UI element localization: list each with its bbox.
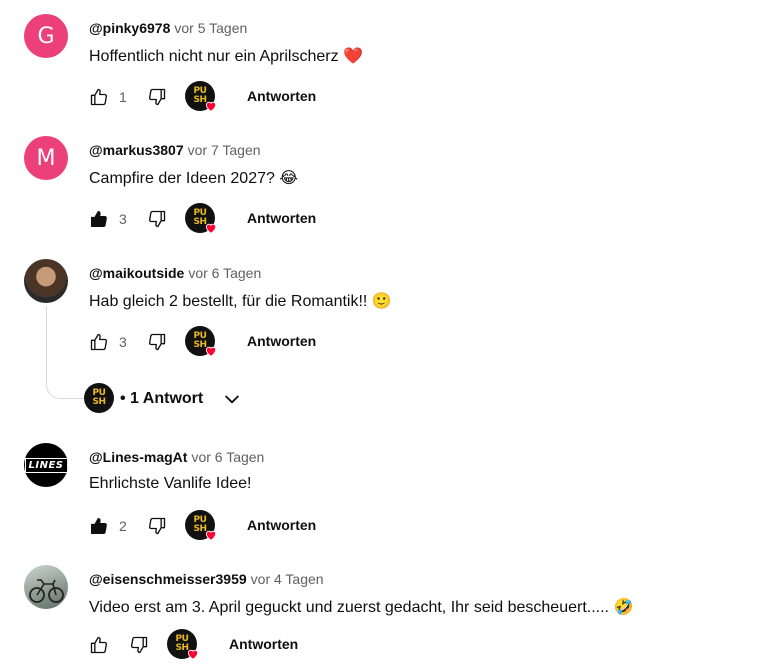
heart-icon — [205, 101, 217, 112]
comment-text: Video erst am 3. April geguckt und zuers… — [89, 599, 634, 616]
comment-text: Hab gleich 2 bestellt, für die Romantik!… — [89, 293, 392, 310]
avatar[interactable]: M — [24, 136, 68, 180]
thumb-down-icon[interactable] — [147, 209, 167, 229]
creator-heart-badge: PU SH — [185, 510, 217, 541]
comment: @maikoutside vor 6 Tagen Hab gleich 2 bes… — [0, 259, 773, 359]
reply-button[interactable]: Antworten — [247, 88, 316, 104]
thumb-down-icon[interactable] — [147, 332, 167, 352]
heart-icon — [205, 346, 217, 357]
replies-count[interactable]: • 1 Antwort — [120, 390, 203, 408]
reply-button[interactable]: Antworten — [229, 636, 298, 652]
avatar-letter: M — [36, 145, 56, 171]
comment-header: @markus3807 vor 7 Tagen — [89, 142, 261, 158]
chevron-down-icon[interactable] — [222, 389, 242, 409]
comment-actions: 3 PU SH Antworten — [89, 326, 689, 358]
like-count: 3 — [119, 334, 127, 350]
avatar[interactable]: LINES — [24, 443, 68, 487]
comment-time[interactable]: vor 7 Tagen — [188, 142, 261, 158]
comment-header: @Lines-magAt vor 6 Tagen — [89, 449, 264, 465]
avatar[interactable] — [24, 259, 68, 303]
comment-actions: 2 PU SH Antworten — [89, 510, 689, 542]
thumb-down-icon[interactable] — [129, 635, 149, 655]
avatar[interactable] — [24, 565, 68, 609]
comment-actions: 3 PU SH Antworten — [89, 203, 689, 235]
comment: G @pinky6978 vor 5 Tagen Hoffentlich nich… — [0, 14, 773, 114]
comment-header: @eisenschmeisser3959 vor 4 Tagen — [89, 571, 324, 587]
bicycle-icon — [29, 579, 64, 603]
reply-button[interactable]: Antworten — [247, 333, 316, 349]
thumb-down-icon[interactable] — [147, 87, 167, 107]
heart-icon — [187, 649, 199, 660]
creator-avatar: PU SH — [84, 383, 114, 413]
comment-author[interactable]: @maikoutside — [89, 265, 184, 281]
creator-heart-badge: PU SH — [167, 629, 199, 660]
comment-time[interactable]: vor 5 Tagen — [174, 20, 247, 36]
thumb-up-icon[interactable] — [89, 87, 109, 107]
creator-heart-badge: PU SH — [185, 203, 217, 234]
comment-header: @pinky6978 vor 5 Tagen — [89, 20, 247, 36]
comment-text: Campfire der Ideen 2027? 😂 — [89, 170, 299, 187]
comment-text: Hoffentlich nicht nur ein Aprilscherz ❤️ — [89, 48, 363, 65]
comment-actions: PU SH Antworten — [89, 629, 689, 661]
comment-author[interactable]: @pinky6978 — [89, 20, 170, 36]
comment-author[interactable]: @Lines-magAt — [89, 449, 187, 465]
comment-text: Ehrlichste Vanlife Idee! — [89, 475, 252, 492]
comment-time[interactable]: vor 4 Tagen — [251, 571, 324, 587]
like-count: 1 — [119, 89, 127, 105]
thumb-up-icon[interactable] — [89, 332, 109, 352]
comment-author[interactable]: @eisenschmeisser3959 — [89, 571, 247, 587]
avatar-letter: G — [37, 23, 55, 49]
avatar-logo: LINES — [24, 457, 68, 473]
creator-heart-badge: PU SH — [185, 326, 217, 357]
creator-heart-badge: PU SH — [185, 81, 217, 112]
comment-author[interactable]: @markus3807 — [89, 142, 184, 158]
comment: M @markus3807 vor 7 Tagen Campfire der Id… — [0, 136, 773, 236]
thumb-up-filled-icon[interactable] — [89, 516, 109, 536]
reply-button[interactable]: Antworten — [247, 517, 316, 533]
heart-icon — [205, 223, 217, 234]
heart-icon — [205, 530, 217, 541]
avatar[interactable]: G — [24, 14, 68, 58]
thumb-up-filled-icon[interactable] — [89, 209, 109, 229]
thumb-down-icon[interactable] — [147, 516, 167, 536]
comment-actions: 1 PU SH Antworten — [89, 81, 689, 113]
like-count: 3 — [119, 211, 127, 227]
like-count: 2 — [119, 518, 127, 534]
comment-header: @maikoutside vor 6 Tagen — [89, 265, 261, 281]
thumb-up-icon[interactable] — [89, 635, 109, 655]
comment: @eisenschmeisser3959 vor 4 Tagen Video er… — [0, 565, 773, 665]
comment: LINES @Lines-magAt vor 6 Tagen Ehrlichste… — [0, 443, 773, 543]
comment-time[interactable]: vor 6 Tagen — [188, 265, 261, 281]
comment-time[interactable]: vor 6 Tagen — [191, 449, 264, 465]
reply-button[interactable]: Antworten — [247, 210, 316, 226]
